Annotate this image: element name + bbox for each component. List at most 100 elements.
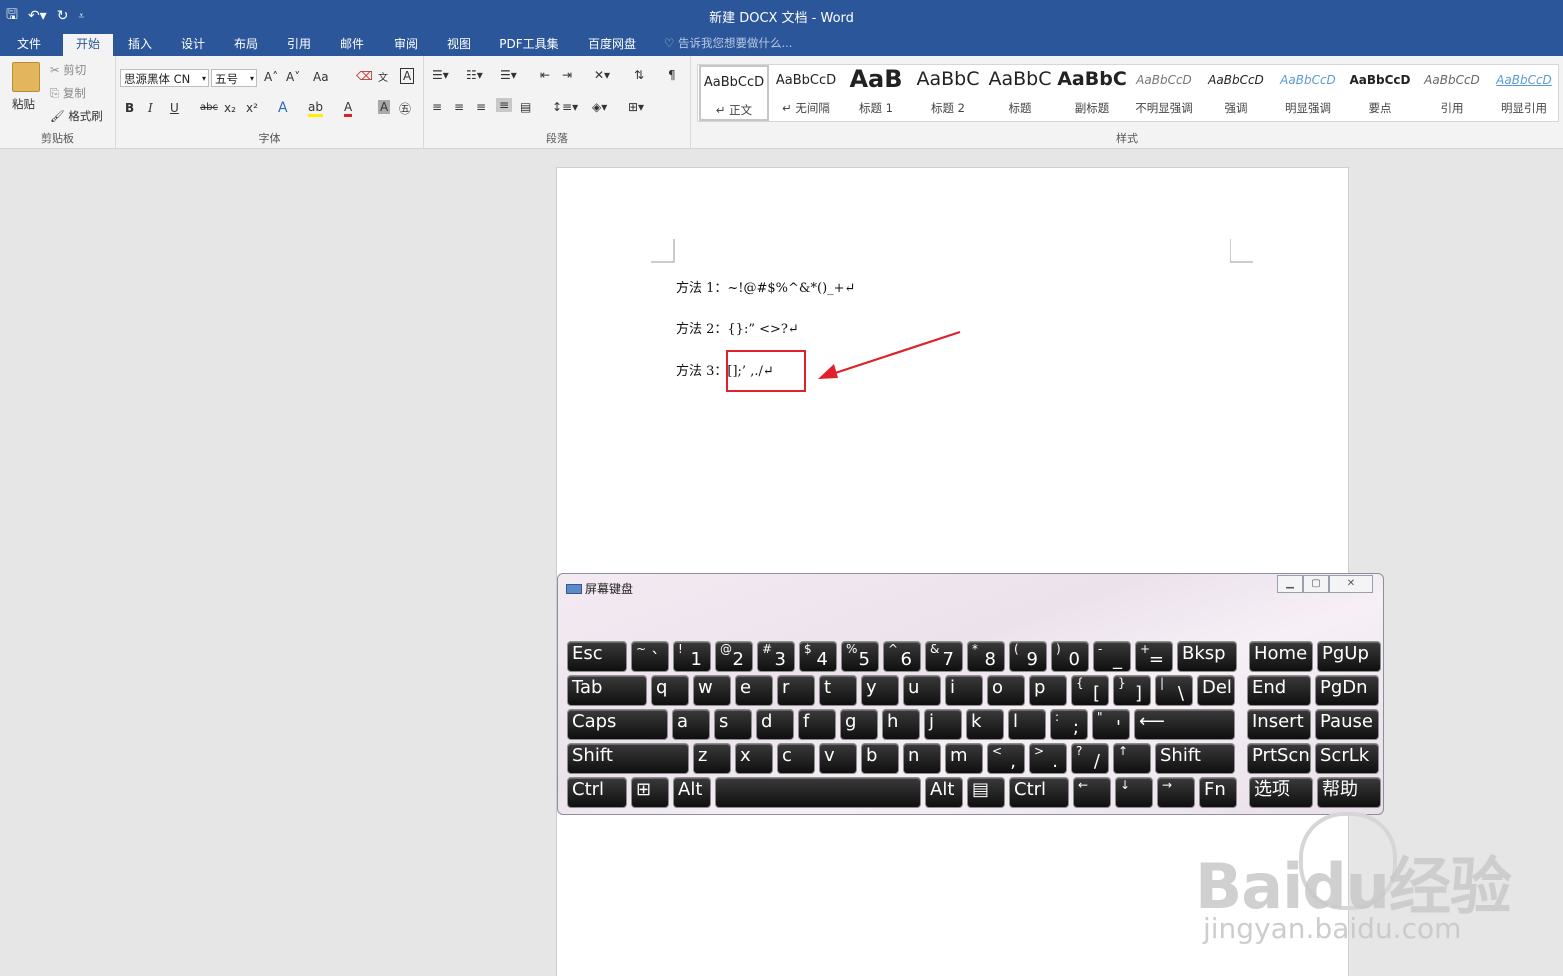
osk-key[interactable]: ) 0 — [1051, 641, 1089, 672]
osk-key[interactable]: ⟵ — [1134, 709, 1235, 740]
osk-key[interactable]: >. — [1029, 743, 1067, 774]
phonetic-guide-icon[interactable]: 文 — [378, 69, 388, 84]
osk-key[interactable]: h — [882, 709, 920, 740]
sort-icon[interactable]: ⇅ — [634, 68, 644, 82]
align-left-icon[interactable]: ≡ — [432, 100, 442, 114]
osk-key[interactable]: Ctrl — [1009, 777, 1069, 808]
osk-key[interactable]: b — [861, 743, 899, 774]
distributed-icon[interactable]: ▤ — [520, 100, 531, 114]
char-border-icon[interactable]: A — [400, 68, 415, 84]
osk-key[interactable]: Tab — [567, 675, 647, 706]
grow-font-icon[interactable]: A˄ — [264, 70, 278, 84]
bullets-icon[interactable]: ☰▾ — [432, 68, 449, 82]
show-marks-icon[interactable]: ¶ — [668, 68, 676, 82]
osk-key[interactable]: n — [903, 743, 941, 774]
osk-key[interactable]: d — [756, 709, 794, 740]
osk-key[interactable]: ! 1 — [673, 641, 711, 672]
multilevel-list-icon[interactable]: ☰▾ — [500, 68, 517, 82]
osk-key[interactable]: Shift — [1155, 743, 1235, 774]
osk-key[interactable]: 帮助 — [1317, 777, 1381, 808]
font-name-select[interactable]: 思源黑体 CN ▾ — [120, 69, 209, 87]
tab-mailings[interactable]: 邮件 — [330, 34, 374, 56]
osk-key[interactable]: ↑ — [1113, 743, 1151, 774]
osk-key[interactable]: ~ ` — [631, 641, 669, 672]
align-center-icon[interactable]: ≡ — [454, 100, 464, 114]
osk-key[interactable]: q — [651, 675, 689, 706]
osk-key[interactable]: → — [1157, 777, 1195, 808]
osk-key[interactable]: a — [672, 709, 710, 740]
osk-key[interactable]: z — [693, 743, 731, 774]
osk-key[interactable]: Insert — [1247, 709, 1311, 740]
copy-button[interactable]: ⎘ 复制 — [50, 85, 86, 101]
doc-line-1[interactable]: 方法 1：~!@#$%^&*()_+↵ — [676, 277, 855, 296]
tab-design[interactable]: 设计 — [171, 34, 215, 56]
osk-key[interactable]: f — [798, 709, 836, 740]
osk-key[interactable]: :; — [1050, 709, 1088, 740]
tell-me-box[interactable]: ♡ 告诉我您想要做什么... — [664, 35, 792, 51]
osk-key[interactable]: ↓ — [1115, 777, 1153, 808]
paste-icon[interactable] — [12, 62, 40, 92]
osk-key[interactable]: o — [987, 675, 1025, 706]
osk-key[interactable]: Shift — [567, 743, 689, 774]
style-emphasis[interactable]: AaBbCcD 强调 — [1201, 65, 1271, 121]
superscript-icon[interactable]: x² — [246, 101, 258, 115]
osk-key[interactable]: ⊞ — [631, 777, 669, 808]
enclose-char-icon[interactable]: ㊄ — [399, 100, 411, 117]
close-button[interactable]: ✕ — [1329, 575, 1373, 593]
osk-key[interactable]: ScrLk — [1315, 743, 1379, 774]
justify-icon[interactable]: ≡ — [496, 98, 513, 112]
osk-key[interactable]: v — [819, 743, 857, 774]
osk-key[interactable]: Ctrl — [567, 777, 627, 808]
osk-key[interactable]: - _ — [1093, 641, 1131, 672]
osk-key[interactable]: p — [1029, 675, 1067, 706]
osk-key[interactable]: <, — [987, 743, 1025, 774]
osk-key[interactable]: ^ 6 — [883, 641, 921, 672]
osk-key[interactable]: j — [924, 709, 962, 740]
shrink-font-icon[interactable]: A˅ — [286, 70, 300, 84]
osk-key[interactable]: % 5 — [841, 641, 879, 672]
font-size-select[interactable]: 五号 ▾ — [211, 69, 257, 87]
osk-key[interactable]: {[ — [1071, 675, 1109, 706]
style-heading-1[interactable]: AaB 标题 1 — [841, 65, 911, 121]
osk-key[interactable]: k — [966, 709, 1004, 740]
tab-file[interactable]: 文件 — [8, 34, 50, 56]
osk-key[interactable]: Fn — [1199, 777, 1237, 808]
bold-icon[interactable]: B — [125, 101, 134, 115]
style-subtle-emphasis[interactable]: AaBbCcD 不明显强调 — [1129, 65, 1199, 121]
change-case-icon[interactable]: Aa — [313, 70, 329, 84]
osk-key[interactable]: Esc — [567, 641, 627, 672]
osk-key[interactable]: y — [861, 675, 899, 706]
paste-button[interactable]: 粘贴 — [12, 96, 35, 112]
osk-key[interactable]: ← — [1073, 777, 1111, 808]
osk-key[interactable]: End — [1247, 675, 1311, 706]
osk-key[interactable]: u — [903, 675, 941, 706]
underline-icon[interactable]: U — [170, 101, 179, 115]
osk-key[interactable]: * 8 — [967, 641, 1005, 672]
osk-key[interactable]: Caps — [567, 709, 668, 740]
tab-pdf-tools[interactable]: PDF工具集 — [492, 34, 566, 56]
osk-key[interactable]: PgUp — [1317, 641, 1381, 672]
osk-key[interactable]: " ' — [1092, 709, 1130, 740]
increase-indent-icon[interactable]: ⇥ — [562, 68, 572, 82]
osk-key[interactable]: | \ — [1155, 675, 1193, 706]
osk-key[interactable]: t — [819, 675, 857, 706]
italic-icon[interactable]: I — [148, 101, 153, 115]
style-subtitle[interactable]: AaBbC 副标题 — [1057, 65, 1127, 121]
tab-references[interactable]: 引用 — [277, 34, 321, 56]
clear-format-icon[interactable]: ⌫ — [356, 69, 373, 83]
osk-key[interactable]: w — [693, 675, 731, 706]
tab-home[interactable]: 开始 — [63, 34, 113, 56]
osk-key[interactable]: l — [1008, 709, 1046, 740]
osk-key[interactable]: m — [945, 743, 983, 774]
borders-icon[interactable]: ⊞▾ — [628, 100, 644, 114]
osk-key[interactable]: ▤ — [967, 777, 1005, 808]
osk-key[interactable]: #3 — [757, 641, 795, 672]
osk-key[interactable]: (9 — [1009, 641, 1047, 672]
osk-key[interactable]: x — [735, 743, 773, 774]
style-quote[interactable]: AaBbCcD 引用 — [1417, 65, 1487, 121]
subscript-icon[interactable]: x₂ — [224, 101, 236, 115]
osk-key[interactable]: Bksp — [1177, 641, 1237, 672]
tab-review[interactable]: 审阅 — [384, 34, 428, 56]
osk-key[interactable]: 选项 — [1249, 777, 1313, 808]
strikethrough-icon[interactable]: abc — [200, 102, 218, 113]
